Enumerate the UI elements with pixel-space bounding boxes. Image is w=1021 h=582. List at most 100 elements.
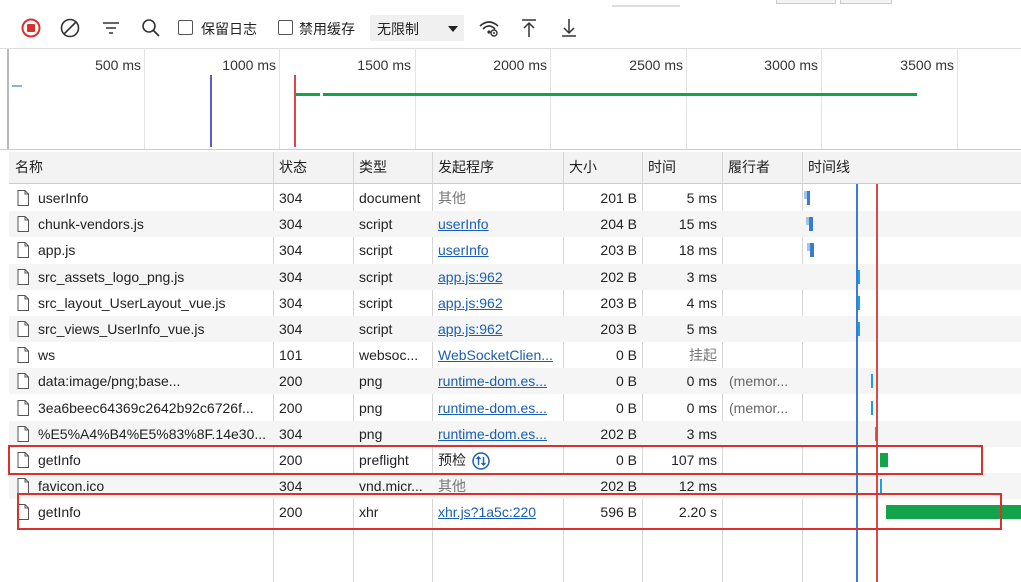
disable-cache-label[interactable]: 禁用缓存	[299, 19, 355, 39]
clear-button[interactable]	[57, 8, 83, 48]
cell-time: 3 ms	[686, 268, 717, 285]
cell-name: %E5%A4%B4%E5%83%8F.14e30...	[38, 425, 267, 442]
search-button[interactable]	[138, 8, 164, 48]
waterfall-bar[interactable]	[880, 479, 882, 494]
table-row[interactable]: chunk-vendors.js 304 script userInfo 204 B 15…	[9, 211, 1021, 238]
initiator-link[interactable]: userInfo	[438, 216, 489, 232]
header-initiator[interactable]: 发起程序	[432, 152, 563, 183]
overview-gridline	[279, 49, 280, 149]
cell-name: userInfo	[38, 190, 89, 206]
cell-initiator[interactable]: runtime-dom.es...	[438, 368, 562, 394]
cell-initiator[interactable]: runtime-dom.es...	[438, 421, 562, 447]
cell-initiator[interactable]: WebSocketClien...	[438, 342, 562, 368]
overview-tick-label: 500 ms	[95, 57, 141, 73]
cell-status: 304	[279, 242, 303, 259]
waterfall-bar[interactable]	[807, 191, 810, 205]
cell-size: 201 B	[600, 190, 637, 206]
waterfall-bar[interactable]	[858, 322, 860, 336]
cell-time: 挂起	[689, 347, 717, 364]
filter-button[interactable]	[98, 8, 124, 48]
waterfall-bar[interactable]	[810, 243, 814, 258]
initiator-link[interactable]: app.js:962	[438, 295, 503, 311]
cell-initiator[interactable]: app.js:962	[438, 264, 562, 290]
cell-fulfilled-by: (memor...	[729, 399, 789, 416]
export-har-button[interactable]	[556, 8, 582, 48]
import-har-button[interactable]	[516, 8, 542, 48]
cell-size: 203 B	[600, 242, 637, 259]
waterfall-bar[interactable]	[858, 269, 860, 284]
waterfall-bar[interactable]	[871, 374, 873, 389]
record-button[interactable]	[18, 8, 44, 48]
disable-cache-checkbox[interactable]	[278, 20, 293, 35]
waterfall-bar[interactable]	[858, 295, 860, 310]
table-row[interactable]: data:image/png;base... 200 png runtime-dom.…	[9, 368, 1021, 395]
cell-time: 0 ms	[686, 399, 717, 416]
network-conditions-button[interactable]	[476, 8, 502, 48]
initiator-link[interactable]: app.js:962	[438, 269, 503, 285]
table-row[interactable]: 3ea6beec64369c2642b92c6726f... 200 png runt…	[9, 395, 1021, 421]
cell-time: 5 ms	[686, 190, 717, 206]
initiator-link[interactable]: userInfo	[438, 242, 489, 258]
header-status[interactable]: 状态	[273, 152, 353, 183]
initiator-text: 其他	[438, 478, 466, 495]
top-button-a[interactable]	[776, 0, 836, 4]
cell-size: 204 B	[600, 216, 637, 233]
preserve-log-checkbox[interactable]	[178, 20, 193, 35]
overview-gridline	[957, 49, 958, 149]
clear-icon	[60, 18, 80, 38]
cell-initiator[interactable]: runtime-dom.es...	[438, 395, 562, 421]
waterfall-bar[interactable]	[809, 217, 813, 232]
cell-type: script	[359, 321, 393, 337]
throttling-select[interactable]: 无限制	[370, 15, 464, 41]
preserve-log-label[interactable]: 保留日志	[201, 19, 257, 39]
cell-name: app.js	[38, 242, 76, 259]
table-row[interactable]: src_assets_logo_png.js 304 script app.js:96…	[9, 263, 1021, 290]
header-waterfall[interactable]: 时间线	[802, 152, 1021, 183]
cell-size: 0 B	[615, 347, 637, 364]
cell-status: 304	[279, 190, 303, 206]
initiator-link[interactable]: runtime-dom.es...	[438, 400, 547, 416]
initiator-link[interactable]: runtime-dom.es...	[438, 373, 547, 389]
top-button-b[interactable]	[840, 0, 892, 4]
header-size[interactable]: 大小	[563, 152, 642, 183]
cell-type: websoc...	[359, 347, 419, 364]
cell-time: 0 ms	[686, 373, 717, 390]
header-name[interactable]: 名称	[9, 152, 273, 183]
table-row[interactable]: userInfo 304 document 其他 201 B 5 ms	[9, 185, 1021, 211]
filter-icon	[103, 22, 119, 34]
table-row[interactable]: src_layout_UserLayout_vue.js 304 script app…	[9, 290, 1021, 316]
cell-initiator[interactable]: app.js:962	[438, 290, 562, 316]
header-type[interactable]: 类型	[353, 152, 432, 183]
cell-status: 101	[279, 347, 303, 364]
cell-status: 200	[279, 399, 303, 416]
initiator-link[interactable]: runtime-dom.es...	[438, 426, 547, 442]
cell-fulfilled-by	[729, 211, 799, 237]
overview-tick-label: 1500 ms	[357, 57, 411, 73]
cell-size: 202 B	[600, 268, 637, 285]
load-event-marker	[294, 75, 296, 147]
table-row[interactable]: ws 101 websoc... WebSocketClien... 0 B 挂起	[9, 342, 1021, 368]
top-strip	[0, 0, 1021, 8]
cell-fulfilled-by: (memor...	[729, 373, 789, 390]
cell-type: document	[359, 190, 421, 206]
cell-initiator[interactable]: userInfo	[438, 237, 562, 263]
table-row[interactable]: src_views_UserInfo_vue.js 304 script app.js…	[9, 316, 1021, 342]
waterfall-bar[interactable]	[871, 400, 873, 415]
overview-gridline	[821, 49, 822, 149]
overview-timeline[interactable]: 500 ms 1000 ms 1500 ms 2000 ms 2500 ms 3…	[0, 48, 1021, 150]
header-time[interactable]: 时间	[642, 152, 722, 183]
table-row[interactable]: %E5%A4%B4%E5%83%8F.14e30... 304 png runtime…	[9, 420, 1021, 447]
table-row[interactable]: app.js 304 script userInfo 203 B 18 ms	[9, 237, 1021, 263]
cell-size: 203 B	[600, 294, 637, 311]
overview-tick-label: 2500 ms	[629, 57, 683, 73]
cell-type: png	[359, 399, 383, 416]
header-fulfilled-by[interactable]: 履行者	[722, 152, 802, 183]
initiator-link[interactable]: app.js:962	[438, 321, 503, 337]
overview-request-bar	[296, 93, 320, 96]
cell-fulfilled-by	[729, 264, 799, 290]
cell-initiator[interactable]: app.js:962	[438, 316, 562, 342]
cell-name: src_layout_UserLayout_vue.js	[38, 294, 226, 311]
cell-initiator[interactable]: userInfo	[438, 211, 562, 237]
cell-name: chunk-vendors.js	[38, 216, 144, 233]
initiator-link[interactable]: WebSocketClien...	[438, 347, 553, 363]
